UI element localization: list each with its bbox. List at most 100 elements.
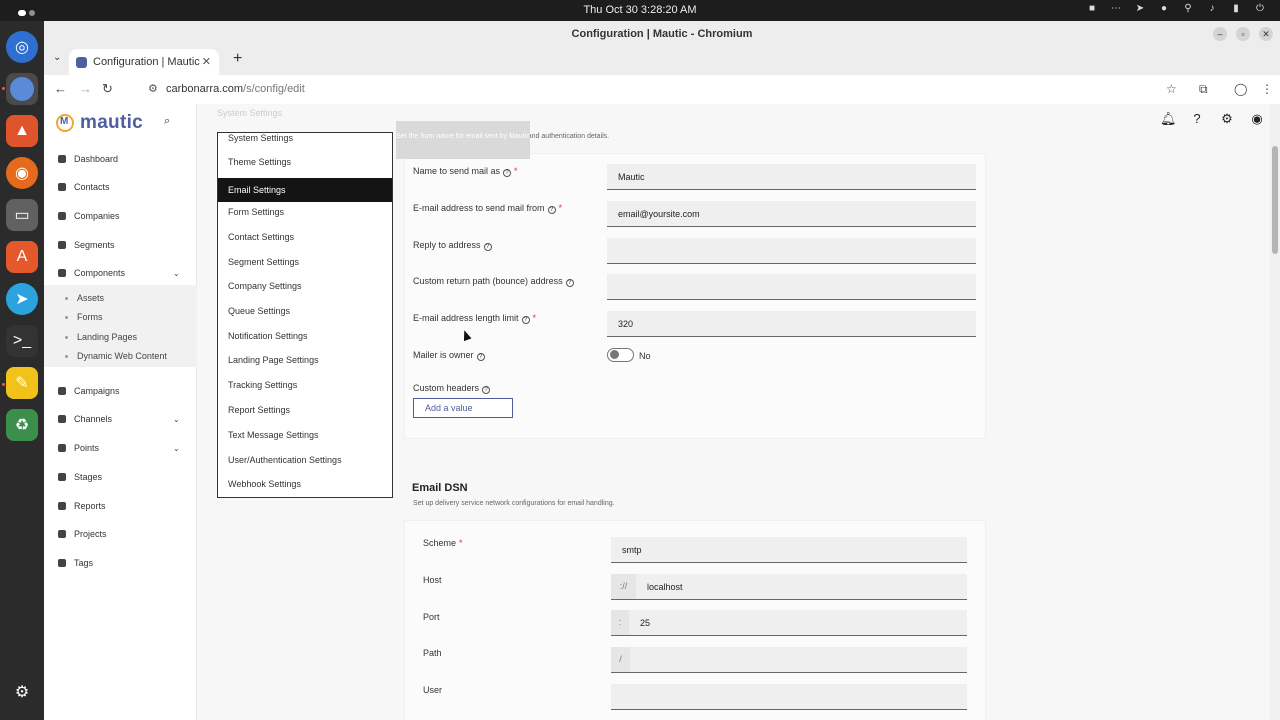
menu-segment-settings[interactable]: Segment Settings [228,257,299,267]
from-email-input[interactable]: email@yoursite.com [607,201,976,227]
menu-form-settings[interactable]: Form Settings [228,207,284,217]
menu-contact-settings[interactable]: Contact Settings [228,232,294,242]
port-input[interactable]: : 25 [611,610,967,636]
help-icon[interactable]: ? [1190,112,1204,126]
battery-icon[interactable]: ▮ [1230,3,1242,15]
mautic-logo[interactable]: mautic [56,112,143,134]
chrome-tray-icon[interactable]: ● [1158,3,1170,15]
menu-user-auth-settings[interactable]: User/Authentication Settings [228,455,342,465]
mailer-owner-value: No [639,351,651,361]
terminal-app-icon[interactable]: >_ [6,325,38,357]
scrollbar-thumb[interactable] [1272,146,1278,254]
nav-campaigns[interactable]: Campaigns [58,386,120,396]
return-path-input[interactable] [607,274,976,300]
host-input[interactable]: :// localhost [611,574,967,600]
menu-email-settings[interactable]: Email Settings [218,178,392,202]
show-apps-icon[interactable]: ⚙ [6,676,38,708]
nav-tags[interactable]: Tags [58,558,93,568]
scheme-input[interactable]: smtp [611,537,967,563]
menu-system-settings[interactable]: System Settings [228,133,293,143]
chevron-down-icon: ⌄ [173,268,180,278]
subnav-assets[interactable]: Assets [64,293,104,303]
reply-to-input[interactable] [607,238,976,264]
brave-app-icon[interactable]: ▲ [6,115,38,147]
menu-tracking-settings[interactable]: Tracking Settings [228,380,297,390]
tab-search-icon[interactable]: ⌄ [53,52,61,63]
menu-notification-settings[interactable]: Notification Settings [228,331,308,341]
forward-icon[interactable]: → [79,81,92,96]
help-icon[interactable]: ? [476,353,485,361]
mailer-owner-toggle[interactable] [607,348,634,362]
profile-icon[interactable]: ◯ [1234,82,1247,96]
nav-components[interactable]: Components ⌄ [58,268,180,278]
menu-company-settings[interactable]: Company Settings [228,281,302,291]
nav-segments[interactable]: Segments [58,240,115,250]
camera-icon[interactable]: ■ [1086,3,1098,15]
notifications-bell-icon[interactable]: 🔔︎ [1160,112,1177,126]
reload-icon[interactable]: ↻ [102,81,113,97]
app-center-icon[interactable]: A [6,241,38,273]
site-info-icon[interactable]: ⚙ [148,82,158,95]
url-field[interactable]: ⚙ carbonarra.com/s/config/edit [148,82,305,95]
menu-queue-settings[interactable]: Queue Settings [228,306,290,316]
firefox-app-icon[interactable]: ◉ [6,157,38,189]
maximize-icon[interactable]: ▫ [1236,27,1250,41]
chromium-app-icon[interactable] [6,73,38,105]
settings-gear-icon[interactable]: ⚙ [1220,112,1234,126]
main-sidebar: mautic ⌕ Dashboard Contacts Companies Se… [44,104,197,720]
network-icon[interactable]: ⚲ [1182,3,1194,15]
search-icon[interactable]: ⌕ [164,115,170,128]
power-icon[interactable]: ⏻ [1254,3,1266,15]
chrome-app-icon[interactable]: ◎ [6,31,38,63]
length-limit-input[interactable]: 320 [607,311,976,337]
subnav-landing-pages[interactable]: Landing Pages [64,332,137,342]
bookmark-star-icon[interactable]: ☆ [1166,82,1177,96]
volume-icon[interactable]: ♪ [1206,3,1218,15]
menu-landing-page-settings[interactable]: Landing Page Settings [228,355,319,365]
text-editor-app-icon[interactable]: ✎ [6,367,38,399]
nav-contacts[interactable]: Contacts [58,182,110,192]
help-icon[interactable]: ? [483,243,492,251]
help-icon[interactable]: ? [565,279,574,287]
browser-tab[interactable]: Configuration | Mautic ✕ [69,49,219,75]
nav-points[interactable]: Points ⌄ [58,443,180,453]
help-icon[interactable]: ? [503,169,512,177]
trash-app-icon[interactable]: ♻ [6,409,38,441]
minimize-icon[interactable]: – [1213,27,1227,41]
nav-stages[interactable]: Stages [58,472,102,482]
path-input[interactable]: / [611,647,967,673]
close-icon[interactable]: ✕ [1259,27,1273,41]
help-icon[interactable]: ? [482,386,491,394]
nav-reports[interactable]: Reports [58,501,106,511]
menu-webhook-settings[interactable]: Webhook Settings [228,479,301,489]
from-name-label: Name to send mail as? * [413,166,518,177]
extensions-icon[interactable]: ⧉ [1199,82,1208,97]
help-icon[interactable]: ? [521,316,530,324]
back-icon[interactable]: ← [54,81,67,96]
nav-projects[interactable]: Projects [58,529,107,539]
user-account-icon[interactable]: ◉ [1250,112,1264,126]
browser-menu-icon[interactable]: ⋮ [1261,82,1273,96]
nav-dashboard[interactable]: Dashboard [58,154,118,164]
new-tab-icon[interactable]: + [233,50,242,68]
page-scrollbar[interactable] [1270,104,1280,720]
help-icon[interactable]: ? [547,206,556,214]
nav-companies[interactable]: Companies [58,211,120,221]
port-prefix: : [611,610,629,635]
menu-theme-settings[interactable]: Theme Settings [228,157,291,167]
telegram-tray-icon[interactable]: ➤ [1134,3,1146,15]
user-input[interactable] [611,684,967,710]
menu-text-message-settings[interactable]: Text Message Settings [228,430,319,440]
telegram-app-icon[interactable]: ➤ [6,283,38,315]
files-app-icon[interactable]: ▭ [6,199,38,231]
from-name-input[interactable]: Mautic [607,164,976,190]
menu-report-settings[interactable]: Report Settings [228,405,290,415]
email-dsn-description: Set up delivery service network configur… [413,500,615,507]
add-value-button[interactable]: Add a value [413,398,513,418]
subnav-forms[interactable]: Forms [65,312,103,322]
tab-close-icon[interactable]: ✕ [202,49,211,75]
nav-channels[interactable]: Channels ⌄ [58,414,180,424]
more-icon[interactable]: ⋯ [1110,3,1122,15]
subnav-dynamic-web-content[interactable]: Dynamic Web Content [65,351,167,361]
browser-chrome: Configuration | Mautic - Chromium – ▫ ✕ … [44,21,1280,104]
